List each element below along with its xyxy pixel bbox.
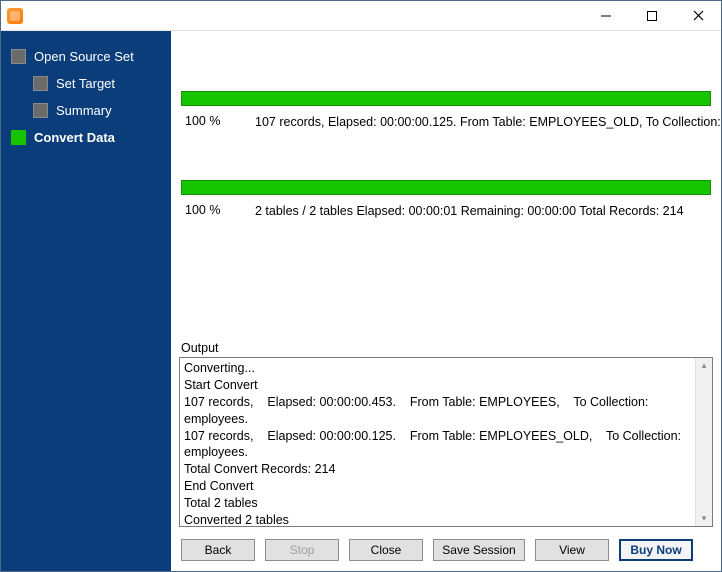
view-button[interactable]: View [535,539,609,561]
wizard-step-status-icon [11,49,26,64]
wizard-step[interactable]: Summary [1,97,171,124]
wizard-step-status-icon [33,103,48,118]
button-row: Back Stop Close Save Session View Buy No… [179,533,713,571]
overall-progress-row: 100 % 2 tables / 2 tables Elapsed: 00:00… [179,201,713,235]
window-body: Open Source Set Set Target Summary Convert … [1,31,721,571]
wizard-step[interactable]: Convert Data [1,124,171,151]
maximize-button[interactable] [629,1,675,31]
wizard-step[interactable]: Set Target [1,70,171,97]
task-progress-row: 100 % 107 records, Elapsed: 00:00:00.125… [179,112,713,146]
buy-now-button[interactable]: Buy Now [619,539,693,561]
save-session-button[interactable]: Save Session [433,539,525,561]
overall-progress-bar [181,180,711,195]
wizard-step[interactable]: Open Source Set [1,43,171,70]
output-content: Converting... Start Convert 107 records,… [180,358,712,526]
output-textbox[interactable]: Converting... Start Convert 107 records,… [179,357,713,527]
app-icon [7,8,23,24]
window-controls [583,1,721,31]
wizard-step-label: Open Source Set [34,49,134,64]
titlebar-left [1,8,23,24]
progress-area: 100 % 107 records, Elapsed: 00:00:00.125… [179,31,713,234]
back-button[interactable]: Back [181,539,255,561]
wizard-step-status-icon [33,76,48,91]
wizard-step-status-icon [11,130,26,145]
close-window-button[interactable] [675,1,721,31]
overall-progress-percent: 100 % [185,203,255,217]
scroll-up-icon[interactable]: ▴ [702,360,707,371]
scroll-down-icon[interactable]: ▾ [702,513,707,524]
output-section: Output Converting... Start Convert 107 r… [179,261,713,533]
wizard-step-label: Summary [56,103,112,118]
overall-progress-info: 2 tables / 2 tables Elapsed: 00:00:01 Re… [255,203,707,221]
stop-button[interactable]: Stop [265,539,339,561]
close-button[interactable]: Close [349,539,423,561]
task-progress-info: 107 records, Elapsed: 00:00:00.125. From… [255,114,722,132]
wizard-sidebar: Open Source Set Set Target Summary Convert … [1,31,171,571]
app-window: Open Source Set Set Target Summary Convert … [0,0,722,572]
titlebar [1,1,721,31]
wizard-step-label: Convert Data [34,130,115,145]
output-label: Output [179,341,713,357]
task-progress-bar [181,91,711,106]
wizard-step-label: Set Target [56,76,115,91]
minimize-button[interactable] [583,1,629,31]
main-panel: 100 % 107 records, Elapsed: 00:00:00.125… [171,31,721,571]
output-scrollbar[interactable]: ▴ ▾ [695,358,712,526]
task-progress-percent: 100 % [185,114,255,128]
